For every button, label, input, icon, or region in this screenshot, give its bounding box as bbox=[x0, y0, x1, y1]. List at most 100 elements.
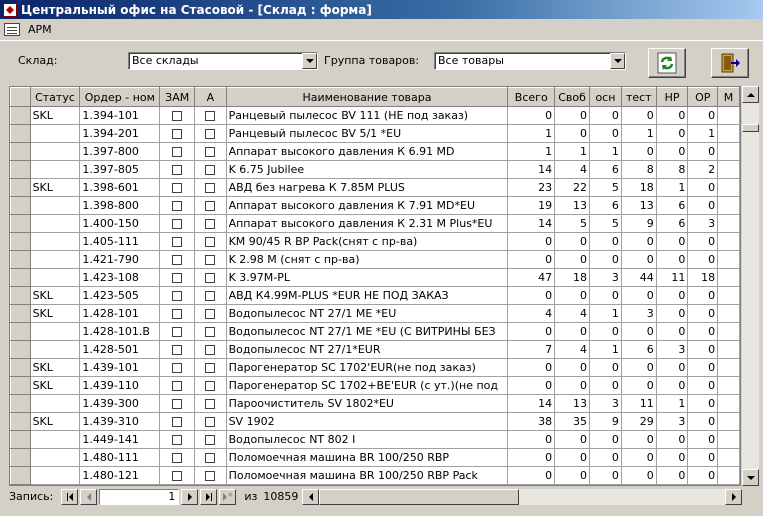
cell-order-number[interactable]: 1.398-601 bbox=[79, 178, 161, 197]
a-checkbox[interactable] bbox=[205, 129, 216, 139]
a-checkbox[interactable] bbox=[205, 417, 216, 427]
row-selector[interactable] bbox=[10, 376, 31, 395]
cell-order-number[interactable]: 1.423-108 bbox=[79, 268, 161, 287]
cell-order-number[interactable]: 1.439-110 bbox=[79, 376, 161, 395]
row-selector[interactable] bbox=[10, 232, 31, 251]
cell-hp[interactable]: 3 bbox=[655, 412, 689, 431]
cell-hp[interactable]: 3 bbox=[655, 340, 689, 359]
cell-hp[interactable]: 0 bbox=[655, 106, 689, 125]
cell-m[interactable] bbox=[717, 412, 740, 431]
cell-hp[interactable]: 6 bbox=[655, 196, 689, 215]
previous-record-button[interactable] bbox=[80, 488, 98, 505]
cell-product-name[interactable]: Аппарат высокого давления К 2.31 M Plus*… bbox=[225, 214, 509, 233]
zam-checkbox[interactable] bbox=[172, 435, 183, 445]
cell-main[interactable]: 1 bbox=[589, 304, 622, 323]
table-row[interactable]: 1.480-121 Поломоечная машина BR 100/250 R… bbox=[10, 466, 740, 485]
column-header-op[interactable]: ОР bbox=[687, 87, 719, 107]
cell-m[interactable] bbox=[717, 142, 740, 161]
table-row[interactable]: 1.397-800 Аппарат высокого давления К 6.9… bbox=[10, 142, 740, 161]
cell-order-number[interactable]: 1.449-141 bbox=[79, 430, 161, 449]
cell-op[interactable]: 0 bbox=[687, 358, 719, 377]
row-selector[interactable] bbox=[10, 196, 31, 215]
column-header-test[interactable]: тест bbox=[620, 87, 657, 107]
column-header-hp[interactable]: НР bbox=[655, 87, 689, 107]
column-header-zam[interactable]: ЗАМ bbox=[159, 87, 196, 107]
cell-hp[interactable]: 6 bbox=[655, 214, 689, 233]
cell-hp[interactable]: 0 bbox=[655, 124, 689, 143]
column-header-m[interactable]: М bbox=[717, 87, 740, 107]
cell-product-name[interactable]: SV 1902 bbox=[225, 412, 509, 431]
cell-hp[interactable]: 0 bbox=[655, 142, 689, 161]
cell-product-name[interactable]: АВД без нагрева К 7.85M PLUS bbox=[225, 178, 509, 197]
cell-free[interactable]: 0 bbox=[554, 322, 591, 341]
zam-checkbox[interactable] bbox=[172, 345, 183, 355]
cell-hp[interactable]: 0 bbox=[655, 232, 689, 251]
cell-op[interactable]: 0 bbox=[687, 286, 719, 305]
cell-product-name[interactable]: Пароочиститель SV 1802*EU bbox=[225, 394, 509, 413]
cell-status[interactable] bbox=[29, 250, 81, 269]
cell-total[interactable]: 14 bbox=[507, 394, 556, 413]
cell-total[interactable]: 38 bbox=[507, 412, 556, 431]
table-row[interactable]: 1.428-501 Водопылесос NT 27/1*EUR 7 4 1 6 3 0 bbox=[10, 340, 740, 359]
cell-test[interactable]: 0 bbox=[620, 142, 657, 161]
row-selector[interactable] bbox=[10, 430, 31, 449]
cell-status[interactable] bbox=[29, 268, 81, 287]
table-row[interactable]: 1.428-101.В Водопылесос NT 27/1 ME *EU (С… bbox=[10, 322, 740, 341]
cell-m[interactable] bbox=[717, 286, 740, 305]
cell-order-number[interactable]: 1.428-501 bbox=[79, 340, 161, 359]
cell-free[interactable]: 0 bbox=[554, 106, 591, 125]
cell-m[interactable] bbox=[717, 196, 740, 215]
cell-order-number[interactable]: 1.397-800 bbox=[79, 142, 161, 161]
scroll-left-button[interactable] bbox=[302, 489, 319, 505]
cell-main[interactable]: 5 bbox=[589, 178, 622, 197]
row-selector[interactable] bbox=[10, 142, 31, 161]
cell-test[interactable]: 0 bbox=[620, 448, 657, 467]
cell-total[interactable]: 14 bbox=[507, 160, 556, 179]
row-selector[interactable] bbox=[10, 304, 31, 323]
cell-product-name[interactable]: Ранцевый пылесос BV 5/1 *EU bbox=[225, 124, 509, 143]
cell-total[interactable]: 0 bbox=[507, 286, 556, 305]
cell-total[interactable]: 14 bbox=[507, 214, 556, 233]
cell-free[interactable]: 0 bbox=[554, 430, 591, 449]
cell-order-number[interactable]: 1.394-201 bbox=[79, 124, 161, 143]
cell-m[interactable] bbox=[717, 214, 740, 233]
column-header-a[interactable]: А bbox=[194, 87, 227, 107]
table-row[interactable]: 1.439-300 Пароочиститель SV 1802*EU 14 13 3 1… bbox=[10, 394, 740, 413]
cell-product-name[interactable]: Аппарат высокого давления К 7.91 MD*EU bbox=[225, 196, 509, 215]
cell-status[interactable]: SKL bbox=[29, 106, 81, 125]
zam-checkbox[interactable] bbox=[172, 165, 183, 175]
a-checkbox[interactable] bbox=[205, 183, 216, 193]
table-row[interactable]: SKL 1.439-310 SV 1902 38 35 9 29 3 0 bbox=[10, 412, 740, 431]
column-header-order[interactable]: Ордер - ном bbox=[79, 87, 161, 107]
cell-total[interactable]: 1 bbox=[507, 124, 556, 143]
cell-product-name[interactable]: KM 90/45 R BP Pack(снят с пр-ва) bbox=[225, 232, 509, 251]
zam-checkbox[interactable] bbox=[172, 147, 183, 157]
cell-free[interactable]: 22 bbox=[554, 178, 591, 197]
cell-product-name[interactable]: Поломоечная машина BR 100/250 RBP Pack bbox=[225, 466, 509, 485]
product-group-dropdown-button[interactable] bbox=[610, 53, 625, 69]
cell-free[interactable]: 13 bbox=[554, 196, 591, 215]
cell-test[interactable]: 0 bbox=[620, 286, 657, 305]
cell-op[interactable]: 3 bbox=[687, 214, 719, 233]
cell-order-number[interactable]: 1.480-111 bbox=[79, 448, 161, 467]
cell-test[interactable]: 18 bbox=[620, 178, 657, 197]
cell-total[interactable]: 7 bbox=[507, 340, 556, 359]
cell-total[interactable]: 0 bbox=[507, 466, 556, 485]
cell-status[interactable] bbox=[29, 430, 81, 449]
cell-free[interactable]: 0 bbox=[554, 250, 591, 269]
cell-m[interactable] bbox=[717, 376, 740, 395]
table-row[interactable]: 1.423-108 K 3.97M-PL 47 18 3 44 11 18 bbox=[10, 268, 740, 287]
cell-free[interactable]: 18 bbox=[554, 268, 591, 287]
cell-hp[interactable]: 8 bbox=[655, 160, 689, 179]
a-checkbox[interactable] bbox=[205, 453, 216, 463]
cell-product-name[interactable]: Парогенератор SC 1702+BE'EUR (с ут.)(не … bbox=[225, 376, 509, 395]
cell-order-number[interactable]: 1.421-790 bbox=[79, 250, 161, 269]
a-checkbox[interactable] bbox=[205, 381, 216, 391]
cell-product-name[interactable]: АВД К4.99M-PLUS *EUR НЕ ПОД ЗАКАЗ bbox=[225, 286, 509, 305]
cell-free[interactable]: 4 bbox=[554, 160, 591, 179]
cell-free[interactable]: 0 bbox=[554, 232, 591, 251]
cell-main[interactable]: 0 bbox=[589, 466, 622, 485]
cell-m[interactable] bbox=[717, 232, 740, 251]
cell-hp[interactable]: 11 bbox=[655, 268, 689, 287]
table-row[interactable]: SKL 1.428-101 Водопылесос NT 27/1 ME *EU 4 4… bbox=[10, 304, 740, 323]
